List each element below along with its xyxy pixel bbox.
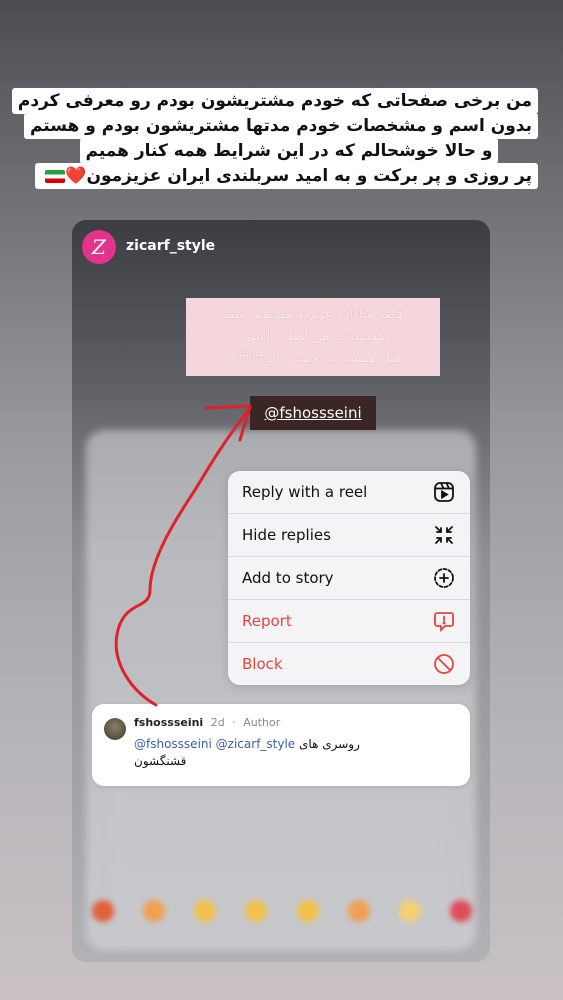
commenter-avatar[interactable] <box>104 718 126 740</box>
story-username[interactable]: zicarf_style <box>126 238 215 254</box>
comment-text: @fshossseini @zicarf_style روسری های قشن… <box>134 736 454 770</box>
menu-item-label: Add to story <box>242 569 334 587</box>
caption-line-3: و حالا خوشحالم که در این شرایط همه کنار … <box>79 138 499 164</box>
heart-icon: ❤️ <box>65 166 87 186</box>
comment-username[interactable]: fshossseini <box>134 716 203 729</box>
add-story-icon <box>434 568 454 588</box>
story-caption: من برخی صفحاتی که خودم مشتریشون بودم رو … <box>11 88 538 189</box>
sticker-line-3: مثل همیشه بدرخشی بانو😍😍😍 <box>225 351 401 366</box>
sticker-line-1: فضه سادات عزیز و مهربونم شما <box>223 307 403 322</box>
caption-line-1: من برخی صفحاتی که خودم مشتریشون بودم رو … <box>11 88 538 114</box>
comment-context-menu: Reply with a reel Hide replies Add to st… <box>228 471 470 685</box>
menu-item-report[interactable]: Report <box>228 600 470 643</box>
menu-item-label: Hide replies <box>242 526 331 544</box>
reel-icon <box>434 482 454 502</box>
comment-age: 2d <box>210 716 225 729</box>
text-sticker: فضه سادات عزیز و مهربونم شما همیشه به من… <box>186 298 440 376</box>
menu-item-label: Reply with a reel <box>242 483 368 501</box>
menu-item-label: Report <box>242 612 292 630</box>
comment-mention-2[interactable]: @zicarf_style <box>216 737 296 751</box>
caption-line-2: بدون اسم و مشخصات خودم مدتها مشتریشون بو… <box>23 113 538 139</box>
iran-flag-icon <box>45 169 66 183</box>
comment-text-fa-2: قشنگشون <box>134 754 187 768</box>
menu-item-hide-replies[interactable]: Hide replies <box>228 514 470 557</box>
sticker-line-2: همیشه به من لطف داشتی <box>241 329 385 344</box>
caption-line-4: پر روزی و پر برکت و به امید سربلندی ایرا… <box>35 163 538 189</box>
menu-item-add-to-story[interactable]: Add to story <box>228 557 470 600</box>
highlighted-comment[interactable]: fshossseini 2d · Author @fshossseini @zi… <box>92 704 470 786</box>
menu-item-label: Block <box>242 655 283 673</box>
story-avatar[interactable]: Z <box>82 230 116 264</box>
block-icon <box>434 654 454 674</box>
report-icon <box>434 612 454 633</box>
menu-item-reply-reel[interactable]: Reply with a reel <box>228 471 470 514</box>
author-badge: Author <box>243 716 281 729</box>
collapse-icon <box>435 526 453 544</box>
mention-sticker[interactable]: @fshossseini <box>250 396 376 430</box>
comment-mention-1[interactable]: @fshossseini <box>134 737 212 751</box>
blurred-emoji-row <box>92 900 472 926</box>
comment-sep: · <box>232 716 236 729</box>
menu-item-block[interactable]: Block <box>228 643 470 685</box>
comment-text-fa: روسری های <box>299 737 360 751</box>
comment-meta: fshossseini 2d · Author <box>134 716 280 729</box>
